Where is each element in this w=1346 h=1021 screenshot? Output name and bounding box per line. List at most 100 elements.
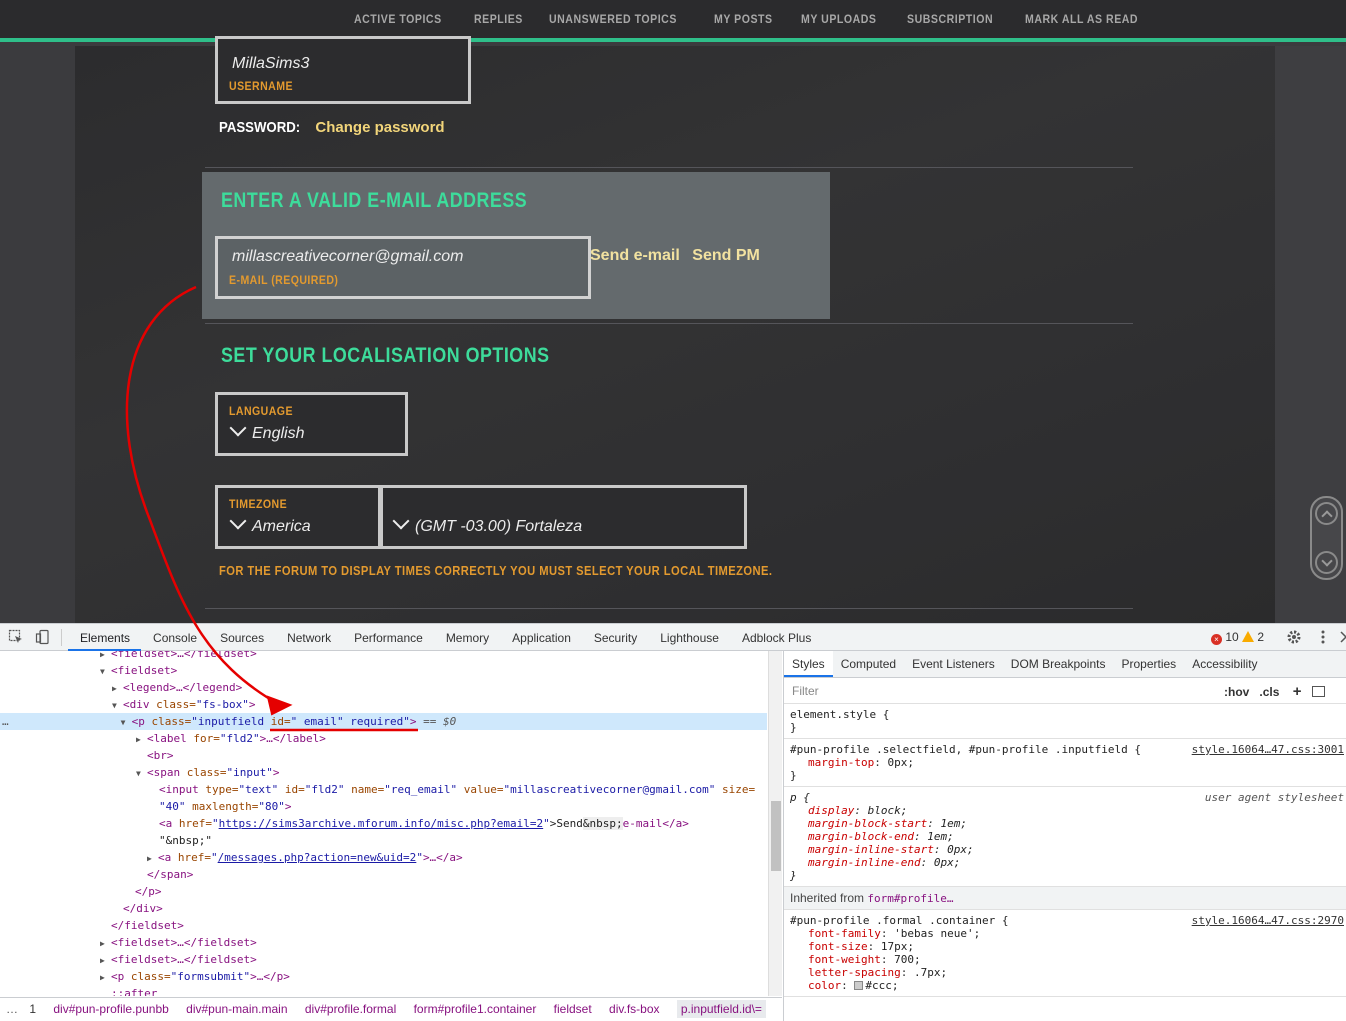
dom-node[interactable]: ▶ <fieldset>…</fieldset>	[100, 651, 257, 662]
tab-network[interactable]: Network	[275, 624, 342, 651]
password-label: PASSWORD:	[219, 119, 301, 136]
tab-sources[interactable]: Sources	[208, 624, 275, 651]
style-rule-inputfield[interactable]: #pun-profile .selectfield, #pun-profile …	[784, 739, 1346, 787]
close-devtools-icon[interactable]	[1338, 629, 1346, 645]
localisation-heading: SET YOUR LOCALISATION OPTIONS	[221, 344, 550, 367]
tab-elements[interactable]: Elements	[68, 624, 142, 651]
dom-close-tag: </div>	[123, 902, 163, 915]
style-rule-element[interactable]: element.style { }	[784, 704, 1346, 739]
hov-toggle[interactable]: :hov	[1224, 685, 1249, 699]
dom-node[interactable]: <br>	[147, 747, 174, 764]
dom-pseudo[interactable]: ::after	[111, 985, 157, 996]
crumb[interactable]: form#profile1.container	[414, 1002, 537, 1016]
warning-icon	[1242, 631, 1255, 642]
scroll-down-icon[interactable]	[1315, 551, 1338, 574]
elements-scrollbar[interactable]	[768, 651, 782, 996]
section-divider	[205, 608, 1133, 609]
dom-link[interactable]: /messages.php?action=new&uid=2	[218, 851, 417, 864]
tab-memory[interactable]: Memory	[434, 624, 500, 651]
email-heading: ENTER A VALID E-MAIL ADDRESS	[221, 189, 528, 212]
dom-node[interactable]: <input type="text" id="fld2" name="req_e…	[159, 781, 755, 798]
issue-counts[interactable]: × 10 2	[1211, 630, 1264, 645]
dom-node[interactable]: ▶ <label for="fld2">…</label>	[136, 730, 326, 747]
tab-event-listeners[interactable]: Event Listeners	[904, 651, 1003, 677]
tab-separator	[61, 629, 62, 646]
dom-node[interactable]: ▶ <fieldset>…</fieldset>	[100, 951, 257, 968]
crumb[interactable]: fieldset	[554, 1002, 592, 1016]
color-swatch[interactable]	[854, 981, 864, 990]
timezone-region-value: America	[229, 512, 311, 536]
email-field[interactable]: millascreativecorner@gmail.com E-MAIL (R…	[215, 236, 591, 299]
styles-filter-input[interactable]: Filter	[788, 682, 1212, 700]
dom-node[interactable]: ▼ <div class="fs-box">	[112, 696, 255, 713]
dom-node-selected[interactable]: … ▼ <p class="inputfield id=" email" requi…	[0, 713, 767, 730]
dom-node[interactable]: ▶ <legend>…</legend>	[112, 679, 242, 696]
change-password-link[interactable]: Change password	[315, 119, 444, 136]
dom-link[interactable]: https://sims3archive.mforum.info/misc.ph…	[219, 817, 544, 830]
crumb-current[interactable]: p.inputfield.id\=	[676, 1000, 766, 1018]
warning-count: 2	[1257, 630, 1265, 644]
dom-text-node[interactable]: "&nbsp;"	[159, 832, 212, 849]
toggle-sidebar-icon[interactable]	[1311, 686, 1325, 697]
crumb[interactable]: div#pun-profile.punbb	[53, 1002, 168, 1016]
device-toolbar-icon[interactable]	[35, 629, 51, 645]
crumb[interactable]: 1	[29, 1002, 36, 1016]
more-options-icon[interactable]	[1315, 629, 1331, 645]
tab-lighthouse[interactable]: Lighthouse	[648, 624, 730, 651]
style-rule-container[interactable]: #pun-profile .formal .container { style.…	[784, 910, 1346, 997]
send-pm-link[interactable]: Send PM	[692, 247, 760, 264]
inherited-from-link[interactable]: form#profile…	[867, 892, 953, 905]
language-select[interactable]: LANGUAGE English	[215, 392, 408, 456]
cls-toggle[interactable]: .cls	[1259, 685, 1279, 699]
nav-my-posts[interactable]: MY POSTS	[714, 12, 773, 26]
elements-tree: ▶ <fieldset>…</fieldset> ▼ <fieldset> ▶ <le…	[0, 651, 782, 996]
crumb[interactable]: div#pun-main.main	[186, 1002, 287, 1016]
devtools-panel: Elements Console Sources Network Perform…	[0, 623, 1346, 1021]
timezone-city-selected: (GMT -03.00) Fortaleza	[415, 518, 583, 535]
tab-application[interactable]: Application	[500, 624, 582, 651]
settings-gear-icon[interactable]	[1286, 629, 1302, 645]
dom-breadcrumb: … 1 div#pun-profile.punbb div#pun-main.m…	[0, 997, 782, 1021]
tab-styles[interactable]: Styles	[784, 651, 833, 677]
timezone-city-value: (GMT -03.00) Fortaleza	[392, 512, 583, 536]
inspect-element-icon[interactable]	[8, 629, 24, 645]
dom-node[interactable]: ▼ <span class="input">	[136, 764, 279, 781]
tab-console[interactable]: Console	[141, 624, 208, 651]
crumb[interactable]: div.fs-box	[609, 1002, 659, 1016]
dom-node[interactable]: ▶ <p class="formsubmit">…</p>	[100, 968, 290, 985]
nav-my-uploads[interactable]: MY UPLOADS	[801, 12, 877, 26]
tab-accessibility[interactable]: Accessibility	[1184, 651, 1265, 677]
tab-computed[interactable]: Computed	[833, 651, 904, 677]
dom-node[interactable]: ▶ <a href="/messages.php?action=new&uid=2…	[147, 849, 463, 866]
timezone-region-select[interactable]: TIMEZONE America	[215, 485, 381, 549]
new-rule-icon[interactable]: +	[1293, 683, 1302, 700]
tab-adblock-plus[interactable]: Adblock Plus	[730, 624, 822, 651]
stylesheet-link[interactable]: style.16064…47.css:3001	[1192, 743, 1344, 756]
send-email-link[interactable]: Send e-mail	[590, 247, 680, 264]
dom-node[interactable]: ▶ <fieldset>…</fieldset>	[100, 934, 257, 951]
password-row: PASSWORD: Change password	[219, 119, 445, 136]
email-label: E-MAIL (REQUIRED)	[229, 273, 339, 287]
style-rule-ua-p[interactable]: p { user agent stylesheet display: block…	[784, 787, 1346, 887]
tab-dom-breakpoints[interactable]: DOM Breakpoints	[1003, 651, 1114, 677]
styles-filter-bar: Filter :hov .cls +	[784, 678, 1346, 704]
tab-security[interactable]: Security	[582, 624, 648, 651]
nav-subscription[interactable]: SUBSCRIPTION	[907, 12, 993, 26]
language-value: English	[229, 419, 304, 443]
timezone-city-select[interactable]: (GMT -03.00) Fortaleza	[380, 485, 747, 549]
nav-replies[interactable]: REPLIES	[474, 12, 523, 26]
tab-properties[interactable]: Properties	[1113, 651, 1184, 677]
nav-unanswered-topics[interactable]: UNANSWERED TOPICS	[549, 12, 677, 26]
nav-active-topics[interactable]: ACTIVE TOPICS	[354, 12, 442, 26]
section-divider	[205, 167, 1133, 168]
scroll-up-icon[interactable]	[1315, 502, 1338, 525]
styles-tabs: Styles Computed Event Listeners DOM Brea…	[784, 651, 1346, 678]
crumb[interactable]: div#profile.formal	[305, 1002, 396, 1016]
username-field[interactable]: MillaSims3 USERNAME	[215, 36, 471, 104]
dom-node[interactable]: <a href="https://sims3archive.mforum.inf…	[159, 815, 689, 832]
stylesheet-link[interactable]: style.16064…47.css:2970	[1192, 914, 1344, 927]
dom-node[interactable]: ▼ <fieldset>	[100, 662, 177, 679]
scrollbar-thumb[interactable]	[771, 801, 781, 871]
nav-mark-all-read[interactable]: MARK ALL AS READ	[1025, 12, 1138, 26]
tab-performance[interactable]: Performance	[342, 624, 434, 651]
